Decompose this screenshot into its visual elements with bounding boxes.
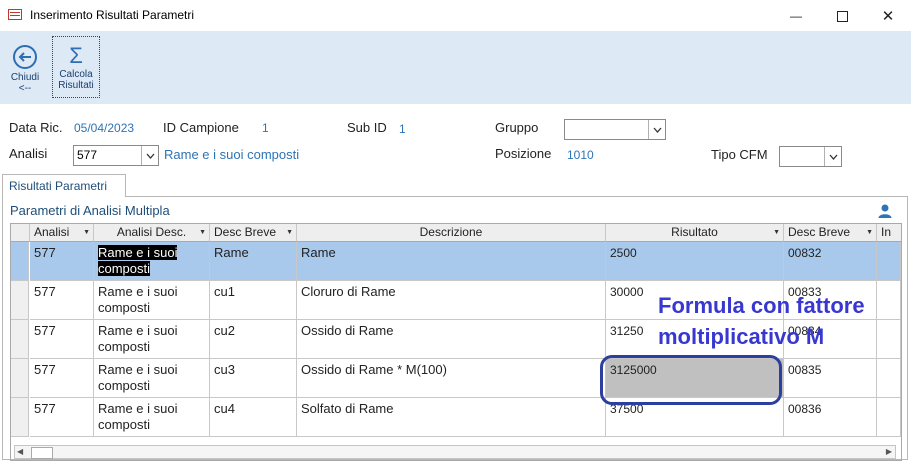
table-row[interactable]: 577 Rame e i suoi composti Rame Rame 250… — [11, 242, 901, 281]
cell-descrizione[interactable]: Solfato di Rame — [297, 398, 606, 437]
column-header-desc-breve[interactable]: Desc Breve ▼ — [210, 224, 297, 242]
column-header-descrizione[interactable]: Descrizione — [297, 224, 606, 242]
cell-analisi[interactable]: 577 — [30, 281, 94, 320]
cell-analisi[interactable]: 577 — [30, 320, 94, 359]
cell-analisi-desc[interactable]: Rame e i suoi composti — [94, 320, 210, 359]
selected-text: Rame e i suoi composti — [98, 245, 178, 276]
sort-arrow-icon[interactable]: ▼ — [286, 229, 293, 236]
column-header-desc-breve-2[interactable]: Desc Breve ▼ — [784, 224, 877, 242]
user-icon[interactable] — [877, 203, 893, 219]
cell-analisi-desc[interactable]: Rame e i suoi composti — [94, 281, 210, 320]
cell-desc-breve[interactable]: cu3 — [210, 359, 297, 398]
row-selector[interactable] — [11, 398, 29, 437]
sort-arrow-icon[interactable]: ▼ — [773, 229, 780, 236]
gruppo-combo[interactable] — [564, 119, 666, 140]
cell-risultato[interactable]: 2500 — [606, 242, 784, 281]
chevron-down-icon[interactable] — [141, 146, 158, 165]
form-icon — [8, 9, 22, 20]
data-ric-label: Data Ric. — [9, 120, 63, 135]
cell-descrizione[interactable]: Ossido di Rame * M(100) — [297, 359, 606, 398]
close-icon[interactable]: ✕ — [878, 8, 898, 25]
select-all-corner[interactable] — [11, 224, 30, 242]
column-header-analisi[interactable]: Analisi ▼ — [30, 224, 94, 242]
minimize-icon[interactable]: — — [786, 8, 806, 24]
cell-desc-breve[interactable]: Rame — [210, 242, 297, 281]
title-bar: Inserimento Risultati Parametri — ✕ — [0, 0, 911, 32]
sigma-icon: Σ — [69, 43, 83, 68]
id-campione-label: ID Campione — [163, 120, 239, 135]
cell-in[interactable] — [877, 359, 901, 398]
cell-in[interactable] — [877, 398, 901, 437]
sort-arrow-icon[interactable]: ▼ — [866, 229, 873, 236]
analisi-label: Analisi — [9, 146, 48, 161]
close-form-button[interactable]: Chiudi <-- — [4, 36, 46, 98]
subform-title: Parametri di Analisi Multipla — [10, 203, 170, 218]
tab-risultati-parametri[interactable]: Risultati Parametri — [2, 174, 126, 197]
analisi-description: Rame e i suoi composti — [164, 147, 300, 162]
scroll-right-icon[interactable]: ▶ — [886, 446, 892, 458]
scroll-left-icon[interactable]: ◀ — [17, 446, 23, 458]
cell-analisi-desc[interactable]: Rame e i suoi composti — [94, 359, 210, 398]
cell-descrizione[interactable]: Rame — [297, 242, 606, 281]
column-header-risultato[interactable]: Risultato ▼ — [606, 224, 784, 242]
gruppo-label: Gruppo — [495, 120, 539, 135]
cell-desc-breve-2[interactable]: 00836 — [784, 398, 877, 437]
row-selector[interactable] — [11, 242, 29, 281]
cell-analisi[interactable]: 577 — [30, 359, 94, 398]
back-arrow-icon — [13, 45, 37, 69]
cell-desc-breve-2[interactable]: 00832 — [784, 242, 877, 281]
id-campione-value: 1 — [262, 121, 269, 135]
cell-in[interactable] — [877, 242, 901, 281]
posizione-label: Posizione — [495, 146, 552, 161]
annotation-text: Formula con fattore moltiplicativo M — [658, 293, 865, 349]
sort-arrow-icon[interactable]: ▼ — [199, 229, 206, 236]
analisi-combo[interactable]: 577 — [73, 145, 159, 166]
tipo-cfm-combo[interactable] — [779, 146, 842, 167]
cell-desc-breve[interactable]: cu4 — [210, 398, 297, 437]
cell-analisi[interactable]: 577 — [30, 242, 94, 281]
cell-descrizione[interactable]: Ossido di Rame — [297, 320, 606, 359]
posizione-value: 1010 — [567, 148, 594, 162]
sub-id-label: Sub ID — [347, 120, 387, 135]
row-selector[interactable] — [11, 359, 29, 398]
chevron-down-icon[interactable] — [648, 120, 665, 139]
maximize-icon[interactable] — [832, 8, 852, 24]
window-title: Inserimento Risultati Parametri — [30, 8, 195, 22]
data-ric-value: 05/04/2023 — [74, 121, 135, 135]
cell-descrizione[interactable]: Cloruro di Rame — [297, 281, 606, 320]
row-selector[interactable] — [11, 320, 29, 359]
tipo-cfm-label: Tipo CFM — [711, 147, 768, 162]
cell-analisi-desc[interactable]: Rame e i suoi composti — [94, 242, 210, 281]
sort-arrow-icon[interactable]: ▼ — [83, 229, 90, 236]
highlight-ring — [600, 355, 782, 405]
calcola-risultati-button[interactable]: Σ Calcola Risultati — [52, 36, 100, 98]
cell-desc-breve[interactable]: cu1 — [210, 281, 297, 320]
row-selector[interactable] — [11, 281, 29, 320]
column-header-analisi-desc[interactable]: Analisi Desc. ▼ — [94, 224, 210, 242]
horizontal-scrollbar[interactable]: ◀ ▶ — [14, 445, 896, 459]
sub-id-value: 1 — [399, 122, 406, 136]
cell-analisi[interactable]: 577 — [30, 398, 94, 437]
chevron-down-icon[interactable] — [824, 147, 841, 166]
scroll-thumb[interactable] — [31, 447, 53, 459]
cell-analisi-desc[interactable]: Rame e i suoi composti — [94, 398, 210, 437]
ribbon: Chiudi <-- Σ Calcola Risultati — [0, 32, 911, 104]
cell-desc-breve[interactable]: cu2 — [210, 320, 297, 359]
cell-desc-breve-2[interactable]: 00835 — [784, 359, 877, 398]
column-header-in[interactable]: In — [877, 224, 901, 242]
